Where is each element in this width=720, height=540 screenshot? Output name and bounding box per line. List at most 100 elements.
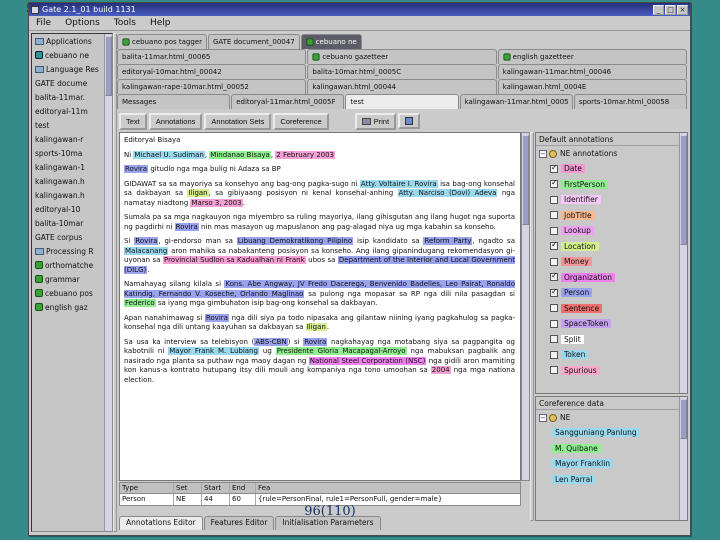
tab-test[interactable]: test — [207, 94, 459, 172]
annotations-button[interactable]: Annotations — [148, 112, 203, 130]
tab-cebuano-ne[interactable]: cebuano ne — [300, 34, 362, 49]
tab-cebuano-pos-tagger[interactable]: cebuano pos tagger — [117, 34, 207, 49]
tab-kalingawan-html-00044[interactable]: kalingawan.html_00044 — [207, 79, 497, 172]
tree-item[interactable]: english gaz — [32, 300, 104, 314]
tab-balita-11mar-html-00065[interactable]: balita-11mar.html_00065 — [117, 49, 307, 172]
tree-item[interactable]: cebuano ne — [32, 48, 104, 62]
checkbox-icon[interactable] — [550, 195, 558, 204]
checkbox-icon[interactable] — [550, 304, 558, 313]
coreference-row[interactable]: Sangguniang Panlung — [536, 425, 687, 441]
checkbox-icon[interactable] — [550, 211, 558, 220]
tree-item[interactable]: GATE corpus — [32, 230, 104, 244]
annotation-type-row[interactable]: SpaceToken — [536, 316, 687, 332]
coreference-row[interactable]: Mayor Franklin — [536, 456, 687, 472]
tree-item[interactable]: orthomatche — [32, 258, 104, 272]
menu-item-file[interactable]: File — [29, 17, 58, 29]
checkbox-icon[interactable] — [550, 287, 558, 297]
close-icon[interactable]: × — [677, 4, 688, 15]
coreference-panel-scrollbar-thumb[interactable] — [680, 399, 687, 439]
toolbar-extra-button[interactable] — [398, 113, 421, 129]
tab-kalingawan-html-0004e[interactable]: kalingawan.html_0004E — [207, 79, 687, 172]
checkbox-icon[interactable] — [550, 257, 558, 266]
tab-kalingawan-rape-10mar-html-00052[interactable]: kalingawan-rape-10mar.html_00052 — [117, 79, 307, 172]
annotation-panel-scrollbar-thumb[interactable] — [680, 135, 687, 245]
collapse-icon[interactable]: − — [539, 413, 547, 422]
tree-item[interactable]: kalingawan-r — [32, 132, 104, 146]
annotation-set-root[interactable]: − NE annotations — [536, 146, 687, 161]
tree-item[interactable]: balita-11mar. — [32, 90, 104, 104]
coreference-button[interactable]: Coreference — [273, 112, 329, 130]
tree-item[interactable]: balita-10mar — [32, 216, 104, 230]
checkbox-icon[interactable] — [550, 335, 558, 344]
tree-item[interactable]: sports-10ma — [32, 146, 104, 160]
annotation-type-row[interactable]: Person — [536, 285, 687, 301]
tab-cebuano-gazetteer[interactable]: cebuano gazetteer — [307, 49, 497, 64]
annotation-type-row[interactable]: Spurious — [536, 363, 687, 379]
annotation-type-row[interactable]: Sentence — [536, 301, 687, 317]
annotation-type-row[interactable]: Identifier — [536, 192, 687, 208]
tab-messages[interactable]: Messages — [117, 94, 231, 172]
annotation-type-row[interactable]: Lookup — [536, 223, 687, 239]
tree-item[interactable]: editoryal-10 — [32, 202, 104, 216]
checkbox-icon[interactable] — [550, 226, 558, 235]
minimize-icon[interactable]: _ — [653, 4, 664, 15]
coreference-row[interactable]: Len Parral — [536, 472, 687, 488]
checkbox-icon[interactable] — [550, 163, 558, 173]
coreference-row[interactable]: M. Quibane — [536, 441, 687, 457]
coreference-panel-scrollbar[interactable] — [679, 397, 687, 520]
print-button[interactable]: Print — [354, 112, 397, 130]
tree-scrollbar[interactable] — [104, 34, 112, 531]
tree-item[interactable]: kalingawan-1 — [32, 160, 104, 174]
table-column-header[interactable]: Fea — [256, 483, 520, 493]
menu-item-help[interactable]: Help — [143, 17, 178, 29]
menu-item-tools[interactable]: Tools — [107, 17, 143, 29]
tab-editoryal-11mar-html-0005f[interactable]: editoryal-11mar.html_0005F — [207, 94, 345, 172]
annotation-type-row[interactable]: Date — [536, 161, 687, 177]
tree-item[interactable]: editoryal-11m — [32, 104, 104, 118]
title-bar[interactable]: Gate 2.1_01 build 1131 _ □ × — [29, 3, 690, 16]
tab-sports-10mar-html-00058[interactable]: sports-10mar.html_00058 — [207, 94, 688, 172]
tree-item[interactable]: Applications — [32, 34, 104, 48]
tree-item[interactable]: kalingawan.h — [32, 174, 104, 188]
checkbox-icon[interactable] — [550, 240, 558, 251]
annotation-type-row[interactable]: Money — [536, 254, 687, 270]
tab-balita-10mar-html-0005c[interactable]: balita-10mar.html_0005C — [207, 64, 497, 172]
table-column-header[interactable]: End — [230, 483, 256, 493]
tab-editoryal-10mar-html-00042[interactable]: editoryal-10mar.html_00042 — [117, 64, 307, 172]
table-column-header[interactable]: Type — [120, 483, 174, 493]
maximize-icon[interactable]: □ — [665, 4, 676, 15]
tree-item[interactable]: test — [32, 118, 104, 132]
checkbox-icon[interactable] — [550, 271, 558, 282]
right-splitter[interactable] — [530, 132, 534, 521]
collapse-icon[interactable]: − — [539, 149, 547, 158]
tree-item[interactable]: cebuano pos — [32, 286, 104, 300]
tab-kalingawan-11mar-html-00046[interactable]: kalingawan-11mar.html_00046 — [207, 64, 687, 172]
menu-item-options[interactable]: Options — [58, 17, 107, 29]
document-scrollbar[interactable] — [521, 132, 530, 481]
annotation-panel-scrollbar[interactable] — [679, 133, 687, 393]
document-text-view[interactable]: Editoryal Bisaya Ni Michael U. Sudiman, M… — [119, 132, 521, 481]
tree-item[interactable]: Processing R — [32, 244, 104, 258]
tab-gate-document-00047[interactable]: GATE document_00047 — [207, 34, 300, 172]
tree-item[interactable]: kalingawan.h — [32, 188, 104, 202]
checkbox-icon[interactable] — [550, 350, 558, 359]
table-column-header[interactable]: Set — [174, 483, 202, 493]
text-button[interactable]: Text — [119, 112, 147, 130]
annotation-type-row[interactable]: FirstPerson — [536, 177, 687, 193]
annotation-type-row[interactable]: Organization — [536, 270, 687, 286]
annotation-type-row[interactable]: Location — [536, 239, 687, 255]
tree-item[interactable]: grammar — [32, 272, 104, 286]
coreference-root[interactable]: − NE — [536, 410, 687, 425]
tree-scrollbar-thumb[interactable] — [105, 36, 112, 96]
annotation-type-row[interactable]: JobTitle — [536, 208, 687, 224]
checkbox-icon[interactable] — [550, 178, 558, 189]
table-column-header[interactable]: Start — [202, 483, 230, 493]
checkbox-icon[interactable] — [550, 366, 558, 375]
tree-item[interactable]: Language Res — [32, 62, 104, 76]
tree-item[interactable]: GATE docume — [32, 76, 104, 90]
tab-kalingawan-11mar-html-0005a[interactable]: kalingawan-11mar.html_0005A — [207, 94, 573, 172]
annotation-type-row[interactable]: Split — [536, 332, 687, 348]
annotation-type-row[interactable]: Token — [536, 347, 687, 363]
checkbox-icon[interactable] — [550, 319, 558, 328]
annotation-sets-button[interactable]: Annotation Sets — [204, 112, 272, 130]
